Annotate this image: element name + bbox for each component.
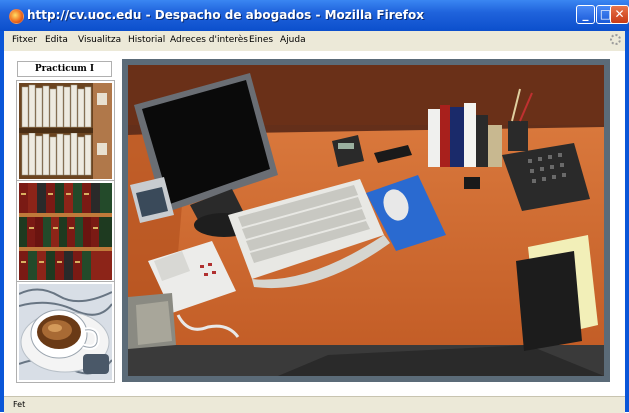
thumbnail-law-books[interactable] [17, 181, 114, 282]
menu-item-adreces[interactable]: Adreces d'interès [170, 35, 248, 45]
close-button[interactable]: ✕ [610, 5, 629, 24]
title-bar[interactable]: http://cv.uoc.edu - Despacho de abogados… [0, 0, 629, 31]
sidebar-title: Practicum I [17, 61, 112, 77]
page-content: Practicum I [4, 51, 625, 396]
menu-item-fitxer[interactable]: Fitxer [12, 35, 37, 45]
menu-item-edita[interactable]: Edita [45, 35, 68, 45]
menu-item-visualitza[interactable]: Visualitza [78, 35, 121, 45]
window-title: http://cv.uoc.edu - Despacho de abogados… [27, 8, 424, 22]
main-photo-frame [122, 59, 610, 382]
archive-folders-image [19, 83, 112, 179]
firefox-icon [9, 9, 24, 24]
menu-bar: Fitxer Edita Visualitza Historial Adrece… [4, 31, 625, 51]
browser-window: http://cv.uoc.edu - Despacho de abogados… [0, 0, 629, 413]
office-desk-photo [128, 65, 604, 376]
status-text: Fet [13, 400, 26, 409]
throbber-icon [610, 34, 621, 45]
status-bar: Fet [4, 396, 625, 413]
thumbnail-coffee-cup[interactable] [17, 282, 114, 382]
menu-item-historial[interactable]: Historial [128, 35, 165, 45]
menu-item-ajuda[interactable]: Ajuda [280, 35, 306, 45]
law-books-image [19, 183, 112, 280]
office-desk-image [128, 65, 604, 376]
menu-item-eines[interactable]: Eines [249, 35, 273, 45]
minimize-button[interactable]: _ [576, 5, 595, 24]
thumbnail-archive-folders[interactable] [17, 81, 114, 181]
coffee-cup-image [19, 284, 112, 380]
